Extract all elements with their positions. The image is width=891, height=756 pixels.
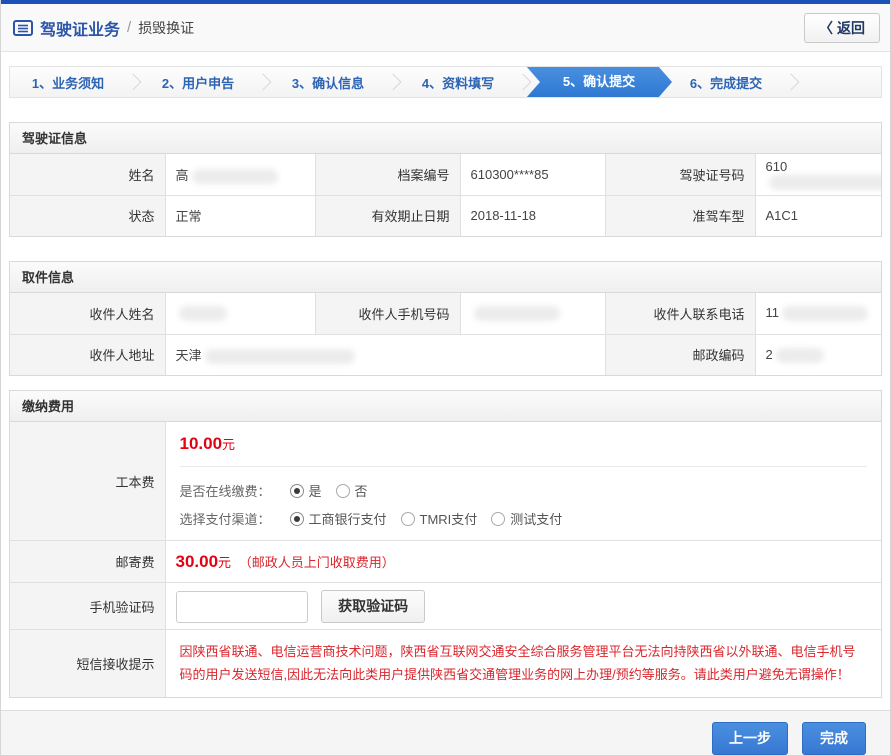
chevron-left-icon: 〈	[819, 18, 833, 38]
radio-online-no[interactable]	[336, 484, 350, 498]
radio-channel-icbc-label: 工商银行支付	[309, 509, 387, 528]
finish-button[interactable]: 完成	[802, 722, 866, 755]
fees-section: 缴纳费用 工本费 10.00元 是否在线缴费： 是 否 选择支付渠道：	[9, 390, 882, 698]
back-button-label: 返回	[837, 18, 865, 38]
chevron-separator-icon	[385, 74, 402, 91]
step-3-confirm-info[interactable]: 3、确认信息	[270, 73, 386, 92]
field-value-vehicle-class: A1C1	[755, 195, 881, 236]
field-label-recipient-phone: 收件人联系电话	[605, 293, 755, 334]
field-label-file-number: 档案编号	[315, 154, 460, 195]
step-wizard: 1、业务须知 2、用户申告 3、确认信息 4、资料填写 5、确认提交 6、完成提…	[9, 66, 882, 98]
get-sms-code-button[interactable]: 获取验证码	[321, 590, 425, 623]
payment-channel-question: 选择支付渠道：	[180, 509, 276, 528]
field-label-status: 状态	[10, 195, 165, 236]
field-value-recipient-name	[165, 293, 315, 334]
field-label-sms-code: 手机验证码	[10, 583, 165, 630]
pickup-info-title: 取件信息	[10, 262, 881, 293]
table-row: 邮寄费 30.00元 （邮政人员上门收取费用）	[10, 541, 881, 583]
mail-fee-cell: 30.00元 （邮政人员上门收取费用）	[165, 541, 881, 583]
table-row: 短信接收提示 因陕西省联通、电信运营商技术问题，陕西省互联网交通安全综合服务管理…	[10, 630, 881, 697]
table-row: 状态 正常 有效期止日期 2018-11-18 准驾车型 A1C1	[10, 195, 881, 236]
field-value-postal-code: 2	[755, 334, 881, 375]
online-payment-choice: 是否在线缴费： 是 否	[180, 481, 868, 500]
redacted-value	[205, 349, 355, 364]
table-row: 姓名 高 档案编号 610300****85 驾驶证号码 610	[10, 154, 881, 195]
radio-online-yes-label: 是	[309, 481, 322, 500]
list-icon	[13, 20, 33, 36]
step-6-complete-submit[interactable]: 6、完成提交	[668, 73, 784, 92]
sms-code-cell: 获取验证码	[165, 583, 881, 630]
chevron-separator-icon	[783, 74, 800, 91]
table-row: 工本费 10.00元 是否在线缴费： 是 否 选择支付渠道： 工商银行支付	[10, 422, 881, 541]
field-value-recipient-address: 天津	[165, 334, 605, 375]
fees-table: 工本费 10.00元 是否在线缴费： 是 否 选择支付渠道： 工商银行支付	[10, 422, 881, 697]
field-label-name: 姓名	[10, 154, 165, 195]
redacted-value	[769, 175, 882, 190]
mail-fee-note: （邮政人员上门收取费用）	[239, 555, 395, 570]
radio-online-yes[interactable]	[290, 484, 304, 498]
field-label-recipient-address: 收件人地址	[10, 334, 165, 375]
step-5-confirm-submit-active[interactable]: 5、确认提交	[526, 66, 672, 98]
radio-channel-tmri-label: TMRI支付	[420, 509, 478, 528]
field-value-recipient-phone: 11	[755, 293, 881, 334]
field-value-license-number: 610	[755, 154, 881, 195]
divider	[180, 466, 868, 467]
redacted-value	[179, 306, 227, 321]
field-label-expiry-date: 有效期止日期	[315, 195, 460, 236]
field-value-status: 正常	[165, 195, 315, 236]
pickup-info-table: 收件人姓名 收件人手机号码 收件人联系电话 11 收件人地址 天津 邮政编码 2	[10, 293, 881, 375]
page-title: 驾驶证业务	[40, 16, 120, 40]
license-info-table: 姓名 高 档案编号 610300****85 驾驶证号码 610 状态 正常 有…	[10, 154, 881, 236]
table-row: 手机验证码 获取验证码	[10, 583, 881, 630]
radio-channel-test[interactable]	[491, 512, 505, 526]
step-4-fill-materials[interactable]: 4、资料填写	[400, 73, 516, 92]
back-button[interactable]: 〈 返回	[804, 13, 880, 43]
page: 驾驶证业务 / 损毁换证 〈 返回 1、业务须知 2、用户申告 3、确认信息 4…	[0, 0, 891, 756]
pickup-info-section: 取件信息 收件人姓名 收件人手机号码 收件人联系电话 11 收件人地址 天津 邮…	[9, 261, 882, 376]
fees-title: 缴纳费用	[10, 391, 881, 422]
redacted-value	[474, 306, 560, 321]
step-1-business-notice[interactable]: 1、业务须知	[10, 73, 126, 92]
online-payment-question: 是否在线缴费：	[180, 481, 276, 500]
field-value-name: 高	[165, 154, 315, 195]
sms-notice-text: 因陕西省联通、电信运营商技术问题，陕西省互联网交通安全综合服务管理平台无法向持陕…	[165, 630, 881, 697]
field-label-sms-notice: 短信接收提示	[10, 630, 165, 697]
radio-channel-test-label: 测试支付	[510, 509, 562, 528]
radio-channel-tmri[interactable]	[401, 512, 415, 526]
footer-bar: 上一步 完成	[1, 710, 890, 755]
redacted-value	[192, 169, 278, 184]
step-2-user-declaration[interactable]: 2、用户申告	[140, 73, 256, 92]
license-info-title: 驾驶证信息	[10, 123, 881, 154]
production-fee-amount: 10.00元	[180, 434, 868, 454]
production-fee-cell: 10.00元 是否在线缴费： 是 否 选择支付渠道： 工商银行支付	[165, 422, 881, 541]
breadcrumb-divider: /	[127, 19, 131, 36]
payment-channel-choice: 选择支付渠道： 工商银行支付 TMRI支付 测试支付	[180, 509, 868, 528]
field-label-postal-code: 邮政编码	[605, 334, 755, 375]
field-label-mail-fee: 邮寄费	[10, 541, 165, 583]
redacted-value	[776, 348, 824, 363]
radio-online-no-label: 否	[355, 481, 368, 500]
field-value-file-number: 610300****85	[460, 154, 605, 195]
header: 驾驶证业务 / 损毁换证 〈 返回	[1, 4, 890, 52]
field-label-recipient-mobile: 收件人手机号码	[315, 293, 460, 334]
previous-step-button[interactable]: 上一步	[712, 722, 788, 755]
sms-code-input[interactable]	[176, 591, 308, 623]
redacted-value	[782, 306, 868, 321]
field-label-production-fee: 工本费	[10, 422, 165, 541]
field-value-recipient-mobile	[460, 293, 605, 334]
breadcrumb-current: 损毁换证	[138, 18, 194, 38]
chevron-separator-icon	[125, 74, 142, 91]
table-row: 收件人姓名 收件人手机号码 收件人联系电话 11	[10, 293, 881, 334]
mail-fee-amount: 30.00	[176, 552, 219, 571]
chevron-separator-icon	[515, 74, 532, 91]
field-label-license-number: 驾驶证号码	[605, 154, 755, 195]
license-info-section: 驾驶证信息 姓名 高 档案编号 610300****85 驾驶证号码 610 状…	[9, 122, 882, 237]
field-label-recipient-name: 收件人姓名	[10, 293, 165, 334]
field-value-expiry-date: 2018-11-18	[460, 195, 605, 236]
radio-channel-icbc[interactable]	[290, 512, 304, 526]
chevron-separator-icon	[255, 74, 272, 91]
table-row: 收件人地址 天津 邮政编码 2	[10, 334, 881, 375]
field-label-vehicle-class: 准驾车型	[605, 195, 755, 236]
